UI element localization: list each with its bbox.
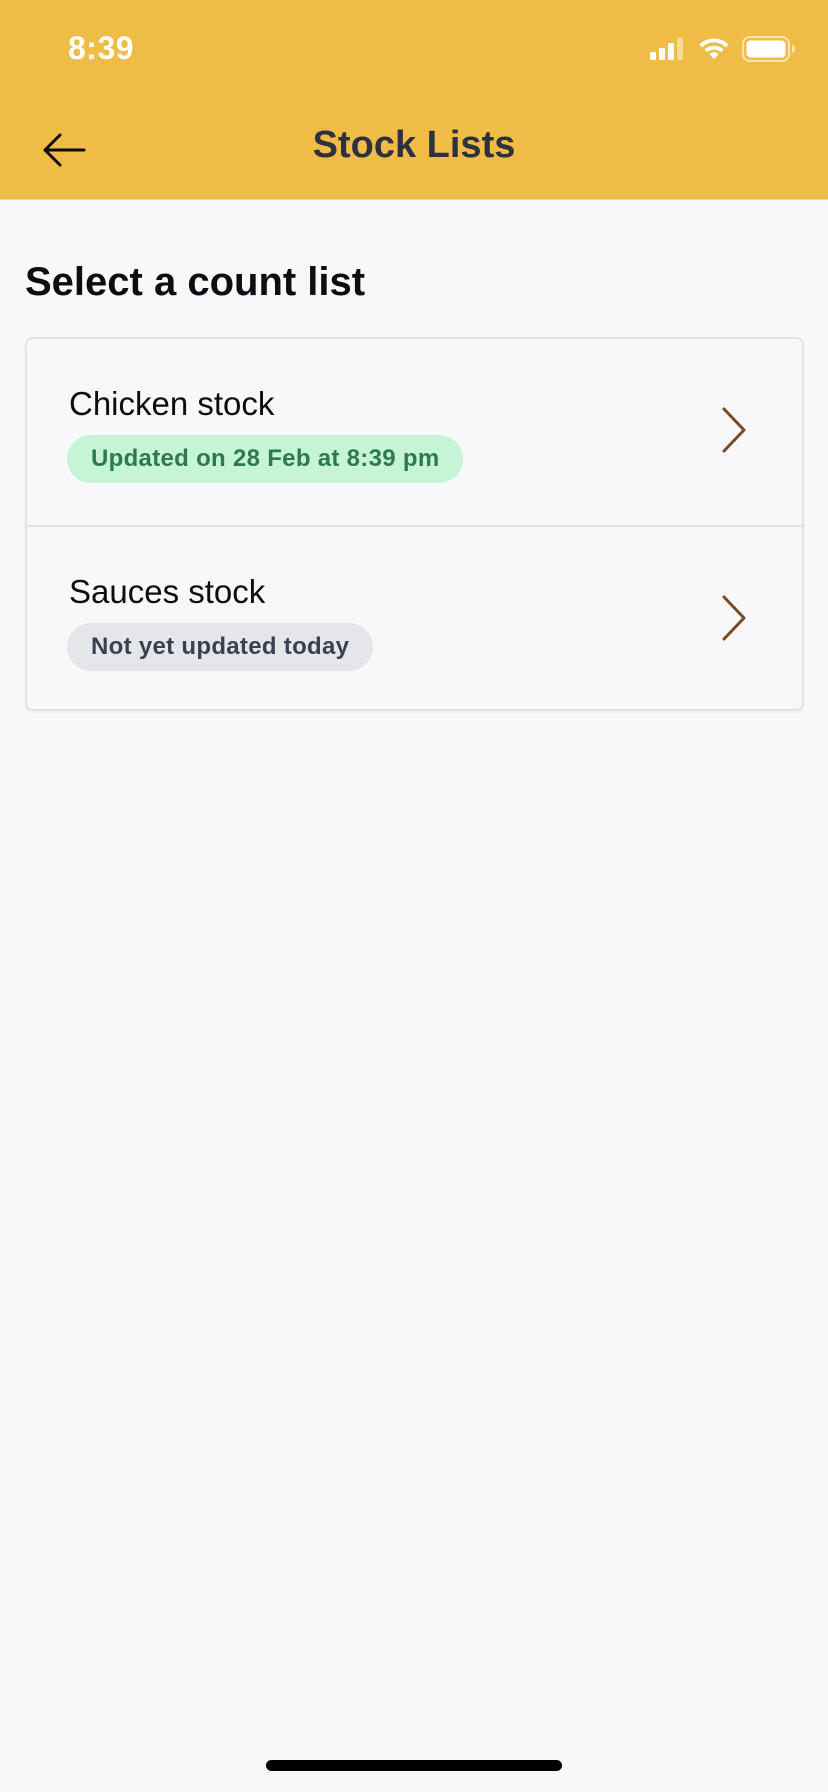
screen: 8:39 Stock Lists Select a count list Chi…	[0, 0, 828, 1792]
status-time: 8:39	[68, 30, 135, 66]
status-badge: Updated on 28 Feb at 8:39 pm	[67, 435, 464, 483]
battery-icon	[742, 36, 795, 62]
status-badge: Not yet updated today	[67, 623, 374, 671]
home-indicator[interactable]	[266, 1760, 562, 1771]
app-header: 8:39 Stock Lists	[0, 0, 828, 200]
section-heading: Select a count list	[25, 260, 366, 304]
list-item-sauces-stock[interactable]: Sauces stock Not yet updated today	[27, 525, 802, 711]
page-title: Stock Lists	[312, 124, 516, 166]
list-item-title: Sauces stock	[69, 573, 266, 610]
cellular-signal-icon	[650, 38, 683, 60]
chevron-right-icon	[722, 595, 746, 641]
wifi-icon	[699, 38, 729, 59]
status-icons	[650, 36, 796, 62]
list-item-title: Chicken stock	[69, 385, 275, 422]
chevron-right-icon	[722, 407, 746, 453]
list-item-chicken-stock[interactable]: Chicken stock Updated on 28 Feb at 8:39 …	[27, 339, 802, 525]
count-list-card: Chicken stock Updated on 28 Feb at 8:39 …	[25, 337, 804, 711]
